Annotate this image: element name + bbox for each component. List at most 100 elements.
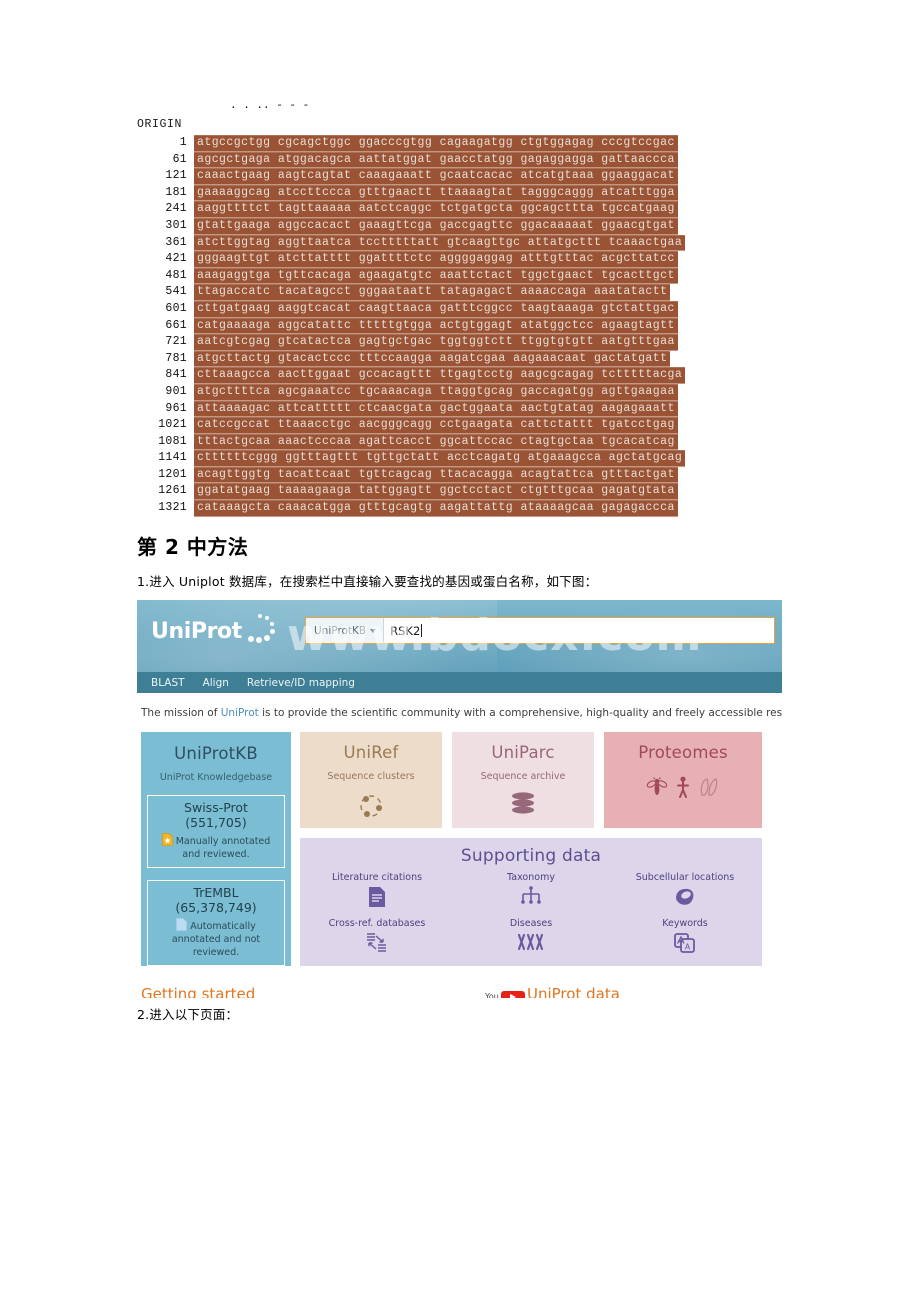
sequence-position: 241 <box>165 202 187 216</box>
card-supporting-data: Supporting data Literature citations Tax… <box>300 838 762 966</box>
card-uniparc[interactable]: UniParc Sequence archive <box>452 732 594 828</box>
uniprot-homepage-screenshot: www.bdocx.com UniProt UniProtKB RSK2 BLA… <box>137 600 782 998</box>
sequence-bases: gaaaaggcag atccttccca gtttgaactt ttaaaag… <box>194 184 678 202</box>
sequence-position: 841 <box>165 368 187 382</box>
sequence-position: 1021 <box>158 418 187 432</box>
sequence-row: 541 ttagaccatc tacatagcct gggaataatt tata… <box>137 284 737 301</box>
sequence-bases: agcgctgaga atggacagca aattatggat gaaccta… <box>194 151 678 169</box>
sequence-bases: aaagaggtga tgttcacaga agaagatgtc aaattct… <box>194 267 678 285</box>
sequence-bases: atgcttactg gtacactccc tttccaagga aagatcg… <box>194 350 671 368</box>
logo-dots-icon <box>244 614 278 648</box>
step-1-paragraph: 1.进入 Uniplot 数据库，在搜索栏中直接输入要查找的基因或蛋白名称，如下… <box>137 574 598 589</box>
card-uniref-title: UniRef <box>343 743 399 762</box>
taxonomy-tree-icon <box>519 886 543 908</box>
cell-icon <box>673 886 697 908</box>
nav-item-retrieve-id-mapping[interactable]: Retrieve/ID mapping <box>247 677 355 689</box>
supporting-item-keywords[interactable]: Keywords A <box>608 918 762 964</box>
fly-icon <box>646 776 668 798</box>
swissprot-heading: Swiss-Prot (551,705) <box>184 800 248 830</box>
swissprot-description-text: Manually annotated and reviewed. <box>175 836 271 860</box>
reviewed-star-document-icon <box>161 833 173 846</box>
proteomes-organism-icons <box>604 776 762 798</box>
nav-item-blast[interactable]: BLAST <box>151 677 185 689</box>
supporting-data-title: Supporting data <box>460 846 602 866</box>
supporting-item-label: Diseases <box>509 918 553 929</box>
step-2-paragraph: 2.进入以下页面： <box>137 1007 239 1022</box>
swissprot-description: Manually annotated and reviewed. <box>152 833 280 861</box>
sequence-bases: tttactgcaa aaactcccaa agattcacct ggcattc… <box>194 433 678 451</box>
sequence-row: 1021 catccgccat ttaaacctgc aacgggcagg cct… <box>137 417 737 434</box>
card-uniprotkb-title: UniProtKB <box>174 744 258 763</box>
sequence-row: 61 agcgctgaga atggacagca aattatggat gaacc… <box>137 151 737 169</box>
sequence-position: 961 <box>165 401 187 415</box>
document-page: . . .. - - - ORIGIN 1 atgccgctgg cgcagctg… <box>0 0 920 1302</box>
search-scope-label: UniProtKB <box>314 624 367 637</box>
supporting-data-grid: Literature citations Taxonomy Subcellula… <box>300 872 762 964</box>
card-uniparc-subtitle: Sequence archive <box>480 771 566 782</box>
search-scope-dropdown[interactable]: UniProtKB <box>306 618 385 643</box>
sequence-row: 661 catgaaaaga aggcatattc tttttgtgga actg… <box>137 317 737 335</box>
sequence-position: 541 <box>165 285 187 299</box>
trembl-description: Automatically annotated and not reviewed… <box>152 918 280 959</box>
supporting-item-cross-ref-databases[interactable]: Cross-ref. databases <box>300 918 454 964</box>
supporting-item-label: Cross-ref. databases <box>328 918 426 929</box>
card-uniprotkb[interactable]: UniProtKB UniProt Knowledgebase Swiss-Pr… <box>141 732 291 966</box>
origin-label: ORIGIN <box>137 118 183 131</box>
uniprot-logo[interactable]: UniProt <box>151 614 278 648</box>
card-proteomes-title: Proteomes <box>638 743 728 762</box>
chromosome-icon <box>517 932 545 952</box>
genbank-origin-block: ORIGIN 1 atgccgctgg cgcagctggc ggacccgtgg… <box>137 118 737 517</box>
card-uniref[interactable]: UniRef Sequence clusters <box>300 732 442 828</box>
human-icon <box>676 776 690 798</box>
sequence-row: 121 caaactgaag aagtcagtat caaagaaatt gcaa… <box>137 168 737 185</box>
supporting-item-diseases[interactable]: Diseases <box>454 918 608 964</box>
text-cursor <box>421 624 423 637</box>
sequence-row: 1201 acagttggtg tacattcaat tgttcagcag tta… <box>137 466 737 484</box>
sequence-bases: atgcttttca agcgaaatcc tgcaaacaga ttaggtg… <box>194 383 678 401</box>
sequence-position: 721 <box>165 335 187 349</box>
sequence-row: 181 gaaaaggcag atccttccca gtttgaactt ttaa… <box>137 184 737 202</box>
mission-statement: The mission of UniProt is to provide the… <box>141 707 782 719</box>
sequence-bases: catccgccat ttaaacctgc aacgggcagg cctgaag… <box>194 417 678 434</box>
sequence-row: 721 aatcgtcgag gtcatactca gagtgctgac tggt… <box>137 334 737 351</box>
nav-item-align[interactable]: Align <box>203 677 229 689</box>
supporting-item-subcellular-locations[interactable]: Subcellular locations <box>608 872 762 918</box>
sequence-bases: caaactgaag aagtcagtat caaagaaatt gcaatca… <box>194 168 678 185</box>
sequence-row: 901 atgcttttca agcgaaatcc tgcaaacaga ttag… <box>137 383 737 401</box>
search-bar[interactable]: UniProtKB RSK2 <box>305 617 775 644</box>
sequence-position: 901 <box>165 384 187 398</box>
getting-started-heading[interactable]: Getting started <box>141 985 255 998</box>
supporting-item-label: Subcellular locations <box>635 872 735 883</box>
search-input-value: RSK2 <box>390 623 421 638</box>
sequence-row: 601 cttgatgaag aaggtcacat caagttaaca gatt… <box>137 300 737 318</box>
sequence-bases: attaaaagac attcattttt ctcaacgata gactgga… <box>194 400 678 418</box>
sequence-row: 301 gtattgaaga aggccacact gaaagttcga gacc… <box>137 217 737 235</box>
uniprot-header: UniProt UniProtKB RSK2 <box>137 600 782 672</box>
sequence-bases: catgaaaaga aggcatattc tttttgtgga actgtgg… <box>194 317 678 335</box>
youtube-badge[interactable]: You <box>485 991 525 998</box>
crossref-icon <box>364 932 390 954</box>
youtube-play-icon <box>500 991 525 998</box>
sequence-position: 1261 <box>158 484 187 498</box>
supporting-item-label: Literature citations <box>331 872 423 883</box>
search-input[interactable]: RSK2 <box>384 618 774 643</box>
sequence-position: 781 <box>165 351 187 365</box>
sequence-position: 601 <box>165 301 187 315</box>
swissprot-box[interactable]: Swiss-Prot (551,705) Manually annotated … <box>147 795 285 868</box>
document-icon <box>367 886 387 908</box>
card-proteomes[interactable]: Proteomes <box>604 732 762 828</box>
trembl-box[interactable]: TrEMBL (65,378,749) Automatically annota… <box>147 880 285 966</box>
card-uniprotkb-subtitle: UniProt Knowledgebase <box>159 772 273 783</box>
sequence-position: 1081 <box>158 434 187 448</box>
supporting-item-taxonomy[interactable]: Taxonomy <box>454 872 608 918</box>
bottom-section-strip: Getting started You UniProt data <box>137 985 782 998</box>
uniprot-link[interactable]: UniProt <box>221 707 259 719</box>
sequence-row: 1081 tttactgcaa aaactcccaa agattcacct ggc… <box>137 433 737 451</box>
sequence-bases: ggatatgaag taaaagaaga tattggagtt ggctcct… <box>194 483 678 501</box>
sequence-bases: aatcgtcgag gtcatactca gagtgctgac tggtggt… <box>194 334 678 351</box>
sequence-position: 421 <box>165 252 187 266</box>
sequence-row: 1321 cataaagcta caaacatgga gtttgcagtg aag… <box>137 500 737 517</box>
sequence-position: 661 <box>165 318 187 332</box>
supporting-item-literature-citations[interactable]: Literature citations <box>300 872 454 918</box>
uniprot-data-heading[interactable]: UniProt data <box>527 985 620 998</box>
